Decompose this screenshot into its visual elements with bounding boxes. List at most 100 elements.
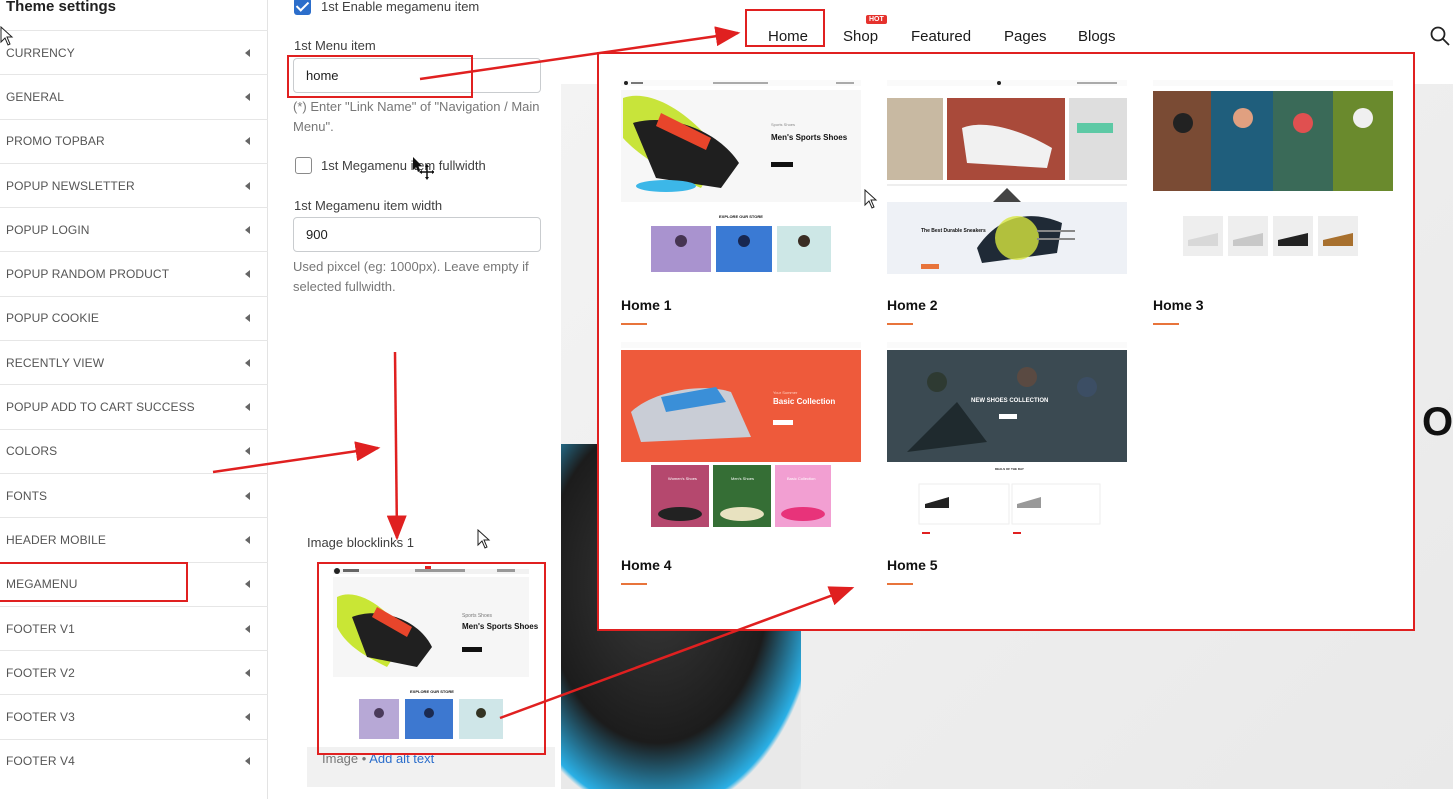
caret-left-icon xyxy=(245,668,250,677)
sidebar-item-label: FOOTER V2 xyxy=(6,665,75,680)
caret-left-icon xyxy=(245,48,250,57)
sidebar-item-popup-add-to-cart-success[interactable]: POPUP ADD TO CART SUCCESS xyxy=(0,384,268,428)
nav-shop[interactable]: Shop xyxy=(843,28,878,45)
caret-left-icon xyxy=(245,447,250,456)
caret-left-icon xyxy=(245,580,250,589)
theme-settings-sidebar: Theme settings CURRENCY GENERAL PROMO TOPB… xyxy=(0,0,268,799)
home-5-title[interactable]: Home 5 xyxy=(887,557,938,573)
caret-left-icon xyxy=(245,535,250,544)
home-2-banner: The Best Durable Sneakers xyxy=(921,228,986,234)
caret-left-icon xyxy=(245,624,250,633)
sidebar-item-label: FONTS xyxy=(6,488,48,503)
caret-left-icon xyxy=(245,181,250,190)
home-nav-highlight xyxy=(745,9,825,47)
home-5-thumbnail[interactable]: NEW SHOES COLLECTION DEALS OF THE DAY xyxy=(887,342,1127,534)
caret-left-icon xyxy=(245,713,250,722)
hero-text-fragment: O xyxy=(1422,400,1453,444)
svg-text:Sports Shoes: Sports Shoes xyxy=(771,122,795,127)
home-4-card-1: Women's Shoes xyxy=(668,476,697,481)
move-cursor-icon xyxy=(413,157,434,180)
menu-item-help: (*) Enter "Link Name" of "Navigation / M… xyxy=(293,99,540,134)
home-4-title[interactable]: Home 4 xyxy=(621,557,672,573)
hot-badge: HOT xyxy=(866,15,887,24)
nav-featured[interactable]: Featured xyxy=(911,28,971,45)
caret-left-icon xyxy=(245,314,250,323)
sidebar-item-label: GENERAL xyxy=(6,89,65,104)
width-help: Used pixcel (eg: 1000px). Leave empty if… xyxy=(293,259,529,294)
sidebar-item-fonts[interactable]: FONTS xyxy=(0,472,268,517)
home-1-title[interactable]: Home 1 xyxy=(621,297,672,313)
sidebar-item-label: POPUP COOKIE xyxy=(6,311,100,326)
menu-item-highlight xyxy=(287,55,473,98)
home-2-underline xyxy=(887,323,913,325)
image-blocklinks-label: Image blocklinks 1 xyxy=(307,535,414,550)
caret-left-icon xyxy=(245,225,250,234)
caret-left-icon xyxy=(245,270,250,279)
width-value: 900 xyxy=(306,227,328,242)
width-input[interactable]: 900 xyxy=(293,217,541,252)
enable-megamenu-checkbox[interactable] xyxy=(294,0,311,15)
sidebar-item-promo-topbar[interactable]: PROMO TOPBAR xyxy=(0,118,268,163)
home-3-underline xyxy=(1153,323,1179,325)
caret-left-icon xyxy=(245,757,250,766)
sidebar-item-label: POPUP RANDOM PRODUCT xyxy=(6,267,170,282)
fullwidth-checkbox[interactable] xyxy=(295,157,312,174)
sidebar-item-label: FOOTER V1 xyxy=(6,621,75,636)
sidebar-item-popup-cookie[interactable]: POPUP COOKIE xyxy=(0,295,268,340)
search-icon[interactable] xyxy=(1430,26,1450,46)
sidebar-item-label: FOOTER V3 xyxy=(6,710,75,725)
fullwidth-label: 1st Megamenu item fullwidth xyxy=(321,158,486,173)
caret-left-icon xyxy=(245,92,250,101)
megamenu-dropdown: Sports Shoes Men's Sports Shoes EXPLORE … xyxy=(597,52,1415,631)
caret-left-icon xyxy=(245,137,250,146)
home-1-headline: Men's Sports Shoes xyxy=(771,133,848,142)
caret-left-icon xyxy=(245,403,250,412)
sidebar-list: CURRENCY GENERAL PROMO TOPBAR POPUP NEWSLET… xyxy=(0,30,268,783)
pointer-cursor-icon xyxy=(864,189,878,209)
sidebar-item-label: POPUP ADD TO CART SUCCESS xyxy=(6,400,195,415)
sidebar-item-label: CURRENCY xyxy=(6,45,75,60)
sidebar-item-footer-v2[interactable]: FOOTER V2 xyxy=(0,650,268,694)
sidebar-item-label: POPUP LOGIN xyxy=(6,222,90,237)
enable-megamenu-label: 1st Enable megamenu item xyxy=(321,0,480,14)
sidebar-item-footer-v3[interactable]: FOOTER V3 xyxy=(0,694,268,738)
caret-left-icon xyxy=(245,491,250,500)
sidebar-item-label: FOOTER V4 xyxy=(6,754,75,769)
pointer-cursor-icon-2 xyxy=(477,529,491,549)
sidebar-item-popup-login[interactable]: POPUP LOGIN xyxy=(0,207,268,251)
home-1-section: EXPLORE OUR STORE xyxy=(719,214,763,219)
sidebar-item-footer-v1[interactable]: FOOTER V1 xyxy=(0,605,268,650)
sidebar-item-general[interactable]: GENERAL xyxy=(0,74,268,118)
home-3-thumbnail[interactable] xyxy=(1153,78,1393,270)
menu-item-label: 1st Menu item xyxy=(294,38,376,53)
megamenu-highlight xyxy=(0,562,188,602)
sidebar-item-header-mobile[interactable]: HEADER MOBILE xyxy=(0,517,268,561)
sidebar-item-label: PROMO TOPBAR xyxy=(6,134,105,149)
sidebar-item-footer-v4[interactable]: FOOTER V4 xyxy=(0,738,268,783)
sidebar-item-currency[interactable]: CURRENCY xyxy=(0,30,268,74)
svg-text:Your Summer: Your Summer xyxy=(773,390,798,395)
width-label: 1st Megamenu item width xyxy=(294,198,443,213)
nav-pages[interactable]: Pages xyxy=(1004,28,1047,45)
caret-left-icon xyxy=(245,358,250,367)
sidebar-item-label: HEADER MOBILE xyxy=(6,532,106,547)
mouse-cursor-icon xyxy=(0,26,14,46)
home-2-thumbnail[interactable]: The Best Durable Sneakers xyxy=(887,78,1127,274)
sidebar-item-popup-random-product[interactable]: POPUP RANDOM PRODUCT xyxy=(0,251,268,295)
sidebar-title: Theme settings xyxy=(6,0,117,15)
sidebar-item-label: RECENTLY VIEW xyxy=(6,355,105,370)
sidebar-item-colors[interactable]: COLORS xyxy=(0,428,268,473)
nav-blogs[interactable]: Blogs xyxy=(1078,28,1116,45)
home-2-title[interactable]: Home 2 xyxy=(887,297,938,313)
home-5-banner: NEW SHOES COLLECTION xyxy=(971,398,1048,404)
home-4-card-2: Men's Shoes xyxy=(731,476,754,481)
home-1-thumbnail[interactable]: Sports Shoes Men's Sports Shoes EXPLORE … xyxy=(621,78,861,272)
sidebar-item-label: POPUP NEWSLETTER xyxy=(6,178,135,193)
home-1-underline xyxy=(621,323,647,325)
home-3-title[interactable]: Home 3 xyxy=(1153,297,1204,313)
sidebar-item-recently-view[interactable]: RECENTLY VIEW xyxy=(0,340,268,384)
home-5-underline xyxy=(887,583,913,585)
sidebar-item-label: COLORS xyxy=(6,444,58,459)
sidebar-item-popup-newsletter[interactable]: POPUP NEWSLETTER xyxy=(0,162,268,207)
home-4-thumbnail[interactable]: Your Summer Basic Collection Women's Sho… xyxy=(621,342,861,534)
